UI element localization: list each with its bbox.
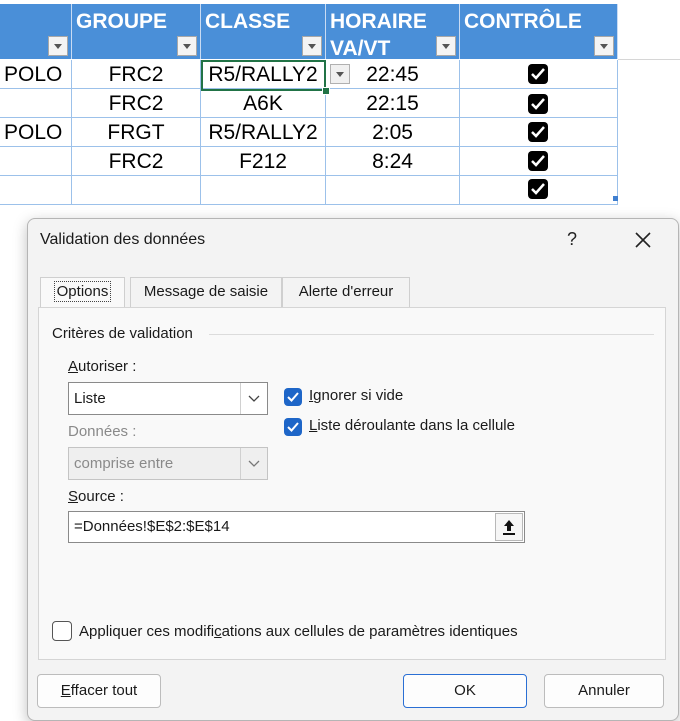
autoriser-select[interactable]: Liste (68, 382, 268, 415)
source-input[interactable]: =Données!$E$2:$E$14 (68, 511, 525, 543)
cell-groupe[interactable]: FRC2 (72, 60, 201, 89)
data-validation-dialog: Validation des données ? Options Message… (27, 218, 679, 721)
group-title: Critères de validation (52, 325, 193, 342)
options-panel: Critères de validation Autoriser : Liste… (38, 307, 666, 660)
checked-checkbox-icon[interactable] (528, 94, 548, 114)
cell-classe[interactable]: F212 (201, 147, 326, 176)
close-button[interactable] (632, 229, 654, 251)
header-controle: CONTRÔLE (464, 10, 582, 33)
header-cell-marque (0, 4, 72, 59)
cell-marque[interactable] (0, 147, 72, 176)
group-divider (209, 334, 654, 335)
checked-checkbox-icon[interactable] (528, 64, 548, 84)
appliquer-checkbox[interactable] (52, 621, 72, 641)
header-groupe: GROUPE (76, 10, 168, 33)
spreadsheet: GROUPE CLASSE HORAIRE VA/VT CONTRÔLE POL… (0, 0, 680, 210)
cell-horaire[interactable] (326, 176, 460, 205)
cell-horaire[interactable]: 22:15 (326, 89, 460, 118)
checked-checkbox-icon[interactable] (528, 122, 548, 142)
cell-groupe[interactable]: FRC2 (72, 89, 201, 118)
chevron-down-icon (240, 383, 267, 414)
filter-button-classe[interactable] (302, 36, 322, 56)
cell-groupe[interactable]: FRC2 (72, 147, 201, 176)
cell-horaire[interactable]: 8:24 (326, 147, 460, 176)
filter-button-groupe[interactable] (177, 36, 197, 56)
selected-cell-border (201, 60, 326, 91)
cell-classe[interactable] (201, 176, 326, 205)
filter-button-marque[interactable] (48, 36, 68, 56)
header-cell-groupe: GROUPE (72, 4, 201, 59)
cell-marque[interactable]: POLO (0, 118, 72, 147)
effacer-tout-button[interactable]: Effacer tout (37, 674, 161, 708)
dialog-title: Validation des données (40, 231, 206, 248)
collapse-dialog-icon (503, 520, 515, 535)
autoriser-label: Autoriser : (68, 358, 137, 375)
cell-classe[interactable]: R5/RALLY2 (201, 118, 326, 147)
liste-deroulante-checkbox[interactable] (284, 418, 302, 436)
cell-marque[interactable]: POLO (0, 60, 72, 89)
ok-button[interactable]: OK (403, 674, 527, 708)
source-label: Source : (68, 488, 124, 505)
appliquer-label: Appliquer ces modifications aux cellules… (79, 623, 518, 640)
filter-button-controle[interactable] (594, 36, 614, 56)
cell-marque[interactable] (0, 176, 72, 205)
checked-checkbox-icon[interactable] (528, 151, 548, 171)
header-horaire: HORAIRE VA/VT (330, 10, 427, 60)
range-select-button[interactable] (495, 513, 523, 541)
gridline-right (618, 59, 680, 60)
header-cell-classe: CLASSE (201, 4, 326, 59)
ignorer-si-vide-label: Ignorer si vide (309, 387, 404, 404)
cell-dropdown-button[interactable] (330, 64, 350, 84)
tab-message-de-saisie[interactable]: Message de saisie (130, 277, 282, 307)
tab-alerte-erreur[interactable]: Alerte d'erreur (282, 277, 410, 307)
close-icon (635, 232, 651, 248)
cell-groupe[interactable] (72, 176, 201, 205)
ignorer-si-vide-checkbox[interactable] (284, 388, 302, 406)
cell-groupe[interactable]: FRGT (72, 118, 201, 147)
filter-button-horaire[interactable] (436, 36, 456, 56)
header-cell-controle: CONTRÔLE (460, 4, 618, 59)
checked-checkbox-icon[interactable] (528, 179, 548, 199)
table-resize-handle[interactable] (613, 196, 618, 201)
fill-handle[interactable] (322, 87, 330, 95)
cell-marque[interactable] (0, 89, 72, 118)
cell-classe[interactable]: A6K (201, 89, 326, 118)
header-cell-horaire: HORAIRE VA/VT (326, 4, 460, 60)
header-classe: CLASSE (205, 10, 291, 33)
donnees-select: comprise entre (68, 447, 268, 480)
liste-deroulante-label: Liste déroulante dans la cellule (309, 417, 515, 434)
donnees-label: Données : (68, 423, 137, 440)
annuler-button[interactable]: Annuler (544, 674, 664, 708)
tab-options[interactable]: Options (40, 277, 125, 308)
cell-horaire[interactable]: 2:05 (326, 118, 460, 147)
help-button[interactable]: ? (567, 229, 577, 250)
chevron-down-icon (240, 448, 267, 479)
